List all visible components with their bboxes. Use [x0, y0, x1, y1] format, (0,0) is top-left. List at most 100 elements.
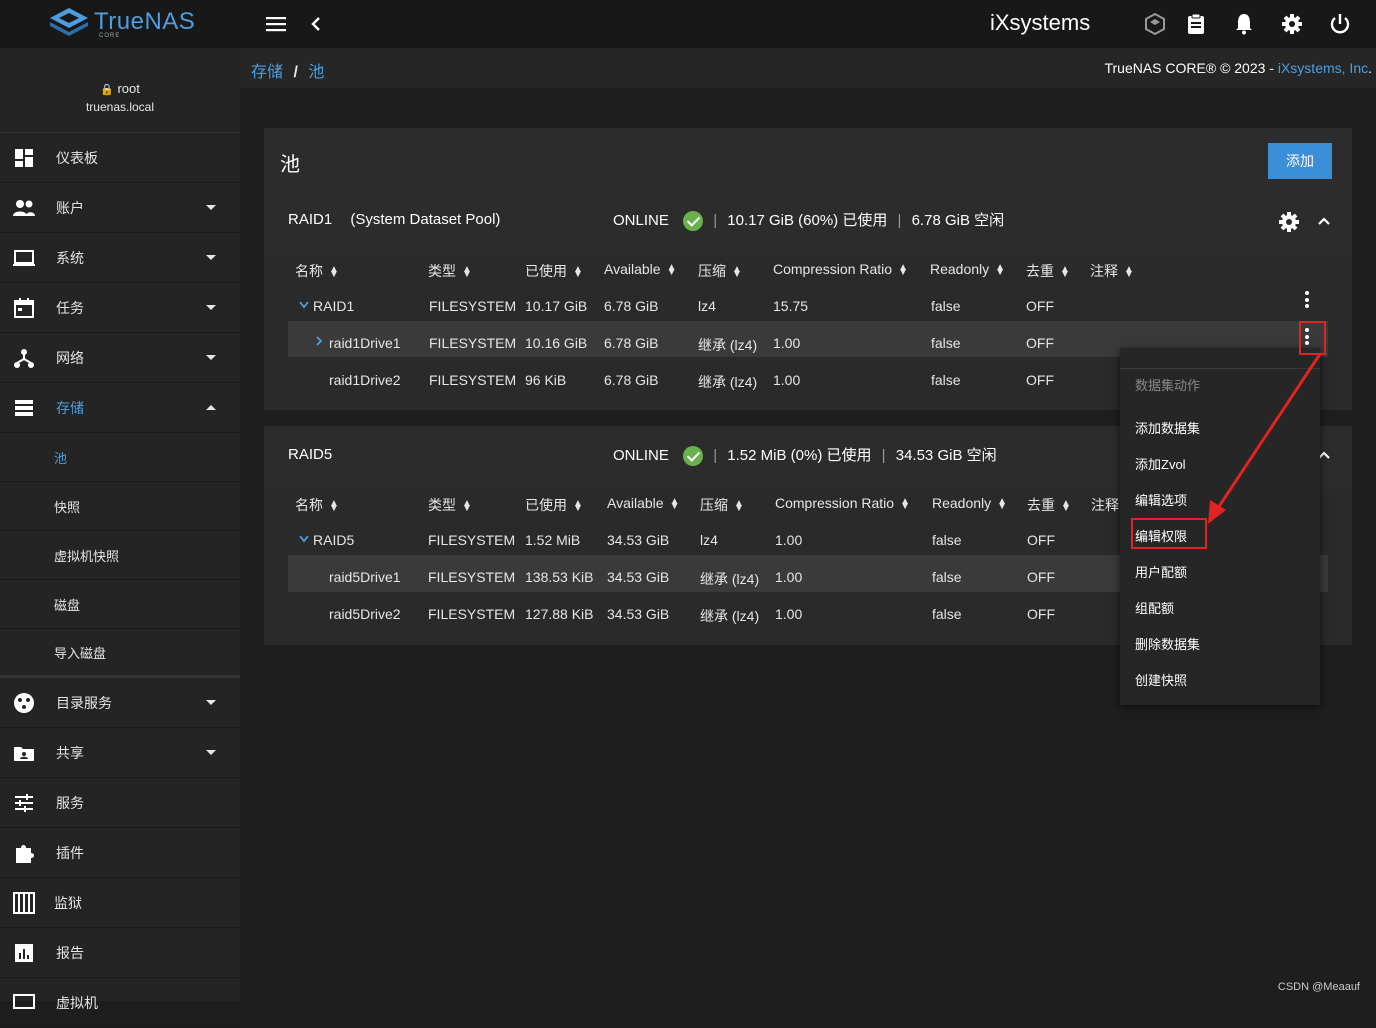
cell-dedup: OFF — [1027, 532, 1055, 548]
sidebar-item-storage[interactable]: 存储 — [0, 383, 240, 433]
truenas-logo[interactable]: TrueNAS CORE — [0, 0, 240, 48]
ixsystems-logo[interactable]: iXsystems — [990, 10, 1090, 36]
chevron-down-icon[interactable] — [298, 300, 310, 310]
directory-icon — [12, 691, 36, 715]
calendar-icon — [12, 296, 36, 320]
sort-icon: ▲▼ — [1061, 501, 1071, 511]
back-icon[interactable] — [306, 12, 326, 36]
col-header-label: 去重 — [1026, 263, 1054, 279]
col-header-dedup[interactable]: 去重▲▼ — [1027, 495, 1071, 515]
col-header-used[interactable]: 已使用▲▼ — [525, 495, 583, 515]
sidebar-item-system[interactable]: 系统 — [0, 233, 240, 283]
col-header-compression[interactable]: 压缩▲▼ — [698, 261, 742, 281]
cell-name: raid1Drive2 — [329, 372, 401, 388]
menu-item-group-quotas[interactable]: 组配额 — [1135, 598, 1174, 617]
chevron-down-icon — [206, 305, 216, 310]
col-header-compression[interactable]: 压缩▲▼ — [700, 495, 744, 515]
sidebar-sub-snapshots[interactable]: 快照 — [0, 482, 240, 531]
sort-icon: ▲▼ — [900, 499, 910, 509]
col-header-available[interactable]: Available▲▼ — [607, 495, 679, 511]
menu-item-add-zvol[interactable]: 添加Zvol — [1135, 454, 1186, 473]
pool-status-raid5: ONLINE | 1.52 MiB (0%) 已使用 | 34.53 GiB 空… — [613, 444, 997, 466]
col-header-readonly[interactable]: Readonly▲▼ — [930, 261, 1005, 277]
services-icon — [12, 791, 36, 815]
truecommand-icon[interactable] — [1143, 12, 1167, 36]
add-pool-button[interactable]: 添加 — [1268, 143, 1332, 179]
sort-icon: ▲▼ — [1060, 267, 1070, 277]
sort-icon: ▲▼ — [573, 267, 583, 277]
clipboard-icon[interactable] — [1184, 12, 1208, 36]
sidebar-item-services[interactable]: 服务 — [0, 778, 240, 828]
sidebar-item-dashboard[interactable]: 仪表板 — [0, 133, 240, 183]
dashboard-icon — [12, 146, 36, 170]
sidebar-item-sharing[interactable]: 共享 — [0, 728, 240, 778]
cell-used: 10.17 GiB — [525, 298, 587, 314]
col-header-compression-ratio[interactable]: Compression Ratio▲▼ — [775, 495, 910, 511]
sidebar-item-plugins[interactable]: 插件 — [0, 828, 240, 878]
sidebar-sub-disks[interactable]: 磁盘 — [0, 580, 240, 629]
col-header-type[interactable]: 类型▲▼ — [428, 261, 472, 281]
col-header-available[interactable]: Available▲▼ — [604, 261, 676, 277]
pool-settings-gear-icon[interactable] — [1278, 211, 1300, 233]
menu-item-create-snapshot[interactable]: 创建快照 — [1135, 670, 1187, 689]
col-header-dedup[interactable]: 去重 ▲▼ — [1026, 261, 1070, 281]
col-header-label: 名称 — [295, 263, 323, 279]
collapse-chevron-up-icon[interactable] — [1316, 213, 1332, 229]
bell-icon[interactable] — [1232, 12, 1256, 36]
sidebar-item-jails[interactable]: 监狱 — [0, 878, 240, 928]
pool-name: RAID1 — [288, 211, 332, 228]
sidebar-sub-pools[interactable]: 池 — [0, 433, 240, 482]
sidebar-item-label: 网络 — [56, 348, 84, 368]
cell-used: 10.16 GiB — [525, 335, 587, 351]
sort-icon: ▲▼ — [462, 501, 472, 511]
gear-icon[interactable] — [1280, 12, 1304, 36]
pool-free: 6.78 GiB 空闲 — [912, 212, 1005, 229]
col-header-readonly[interactable]: Readonly▲▼ — [932, 495, 1007, 511]
col-header-used[interactable]: 已使用▲▼ — [525, 261, 583, 281]
breadcrumb-storage[interactable]: 存储 — [251, 64, 283, 81]
logo-text: TrueNAS — [94, 8, 195, 36]
menu-item-edit-options[interactable]: 编辑选项 — [1135, 490, 1187, 509]
sidebar-item-accounts[interactable]: 账户 — [0, 183, 240, 233]
pool-header-raid5: RAID5 — [288, 446, 332, 463]
menu-item-user-quotas[interactable]: 用户配额 — [1135, 562, 1187, 581]
pool-used: 1.52 MiB (0%) 已使用 — [727, 447, 871, 464]
sidebar-sub-import-disk[interactable]: 导入磁盘 — [0, 629, 240, 678]
col-header-compression-ratio[interactable]: Compression Ratio▲▼ — [773, 261, 908, 277]
sidebar-sub-vm-snapshots[interactable]: 虚拟机快照 — [0, 531, 240, 580]
more-vert-icon[interactable] — [1305, 291, 1309, 311]
sort-icon: ▲▼ — [734, 501, 744, 511]
chevron-down-icon[interactable] — [298, 534, 310, 544]
breadcrumb-pools[interactable]: 池 — [308, 64, 324, 81]
cell-available: 34.53 GiB — [607, 569, 669, 585]
chevron-right-icon[interactable] — [314, 335, 324, 347]
menu-item-add-dataset[interactable]: 添加数据集 — [1135, 418, 1200, 437]
cell-used: 127.88 KiB — [525, 606, 594, 622]
cell-dedup: OFF — [1026, 372, 1054, 388]
cell-compression-ratio: 1.00 — [775, 532, 802, 548]
cell-used: 96 KiB — [525, 372, 566, 388]
pool-header-raid1: RAID1 (System Dataset Pool) — [288, 211, 500, 228]
sidebar-item-network[interactable]: 网络 — [0, 333, 240, 383]
sort-icon: ▲▼ — [667, 265, 677, 275]
menu-item-delete-dataset[interactable]: 删除数据集 — [1135, 634, 1200, 653]
watermark: CSDN @Meaauf — [1278, 981, 1360, 993]
col-header-type[interactable]: 类型▲▼ — [428, 495, 472, 515]
copyright-link[interactable]: iXsystems, Inc — [1278, 60, 1368, 76]
cell-type: FILESYSTEM — [429, 335, 516, 351]
col-header-name[interactable]: 名称▲▼ — [295, 261, 339, 281]
col-header-comments[interactable]: 注释 — [1091, 495, 1119, 515]
col-header-name[interactable]: 名称▲▼ — [295, 495, 339, 515]
sidebar-item-label: 虚拟机 — [56, 993, 98, 1013]
sort-icon: ▲▼ — [995, 265, 1005, 275]
col-header-comments[interactable]: 注释▲▼ — [1090, 261, 1134, 281]
pool-status: ONLINE — [613, 447, 669, 464]
power-icon[interactable] — [1328, 12, 1352, 36]
sidebar-item-reporting[interactable]: 报告 — [0, 928, 240, 978]
cell-compression: 继承 (lz4) — [700, 569, 759, 589]
sidebar-item-vms[interactable]: 虚拟机 — [0, 978, 240, 1028]
menu-icon[interactable] — [264, 12, 288, 36]
sidebar-item-directory-services[interactable]: 目录服务 — [0, 678, 240, 728]
user-name-row: 🔒 root — [0, 81, 240, 96]
sidebar-item-tasks[interactable]: 任务 — [0, 283, 240, 333]
